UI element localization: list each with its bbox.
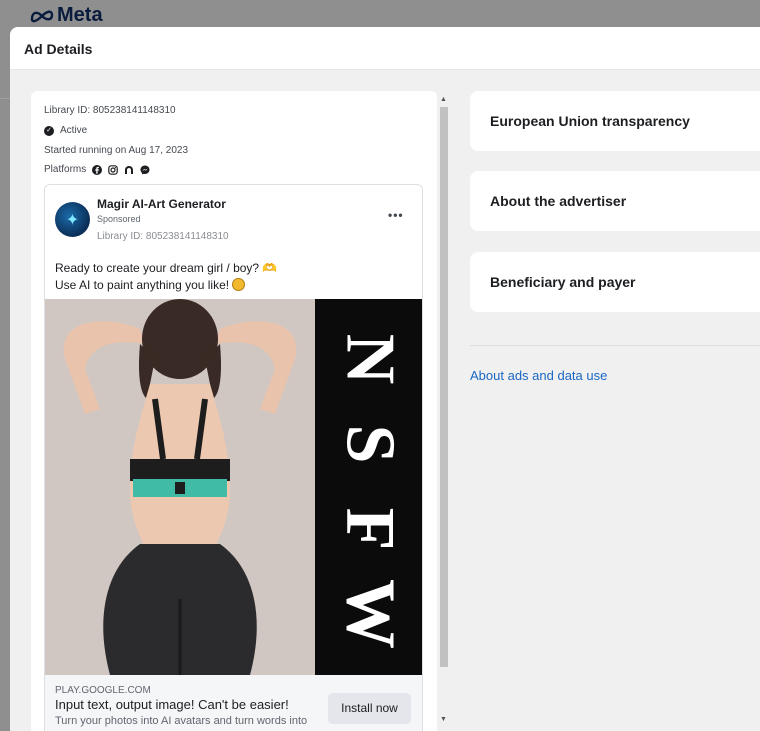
ad-library-id: Library ID: 805238141148310 [97, 231, 229, 242]
audience-network-icon [125, 165, 134, 174]
instagram-icon [108, 164, 119, 175]
facebook-icon [92, 164, 103, 175]
section-about-advertiser[interactable]: About the advertiser [470, 171, 760, 231]
scroll-thumb[interactable] [440, 107, 448, 667]
platforms-row: Platforms [44, 164, 150, 175]
ad-details-modal: Ad Details Library ID: 805238141148310 ✓… [10, 27, 760, 731]
section-divider [470, 345, 760, 346]
advertiser-avatar[interactable]: ✦ [55, 202, 90, 237]
started-running: Started running on Aug 17, 2023 [44, 145, 189, 156]
about-ads-link[interactable]: About ads and data use [470, 368, 607, 383]
meta-logo[interactable]: Meta [30, 4, 103, 27]
ad-description: Turn your photos into AI avatars and tur… [55, 715, 308, 727]
messenger-icon [140, 165, 150, 174]
ad-headline: Input text, output image! Can't be easie… [55, 697, 289, 712]
ad-body-line-2-text: Use AI to paint anything you like! [55, 278, 230, 292]
active-check-icon: ✓ [44, 125, 54, 136]
meta-infinity-icon [30, 10, 54, 22]
install-now-button[interactable]: Install now [328, 693, 411, 724]
sponsored-label: Sponsored [97, 214, 141, 224]
nsfw-text-panel: N S F W [315, 299, 422, 675]
advertiser-name[interactable]: Magir AI-Art Generator [97, 197, 226, 211]
modal-title: Ad Details [24, 41, 93, 57]
meta-logo-text: Meta [57, 4, 103, 26]
scroll-down-arrow-icon[interactable]: ▼ [438, 715, 449, 725]
section-beneficiary-payer[interactable]: Beneficiary and payer [470, 252, 760, 312]
left-card-scrollbar[interactable]: ▲ ▼ [438, 91, 449, 731]
library-id: Library ID: 805238141148310 [44, 105, 176, 116]
status-text: Active [60, 125, 88, 136]
platforms-label: Platforms [44, 164, 87, 175]
more-options-button[interactable]: ••• [388, 208, 404, 222]
ad-summary-card: Library ID: 805238141148310 ✓ Active Sta… [31, 91, 437, 731]
ad-creative-image[interactable]: N S F W [45, 299, 422, 675]
cta-area[interactable]: PLAY.GOOGLE.COM Input text, output image… [45, 675, 422, 731]
status-row: ✓ Active [44, 125, 87, 136]
sparkle-icon: ✦ [65, 211, 80, 229]
top-bar: Meta [0, 0, 760, 30]
background-divider [0, 98, 10, 99]
section-eu-transparency-label: European Union transparency [490, 113, 690, 129]
modal-header: Ad Details [10, 27, 760, 70]
section-beneficiary-payer-label: Beneficiary and payer [490, 274, 636, 290]
section-eu-transparency[interactable]: European Union transparency [470, 91, 760, 151]
nsfw-letter-w: W [331, 579, 409, 649]
ad-preview-card: ✦ Magir AI-Art Generator Sponsored Libra… [44, 184, 423, 731]
ad-body-line-2: Use AI to paint anything you like! [55, 278, 246, 292]
ad-body-line-1: Ready to create your dream girl / boy? 🫶 [55, 261, 278, 275]
link-domain: PLAY.GOOGLE.COM [55, 685, 151, 696]
emoji-face-icon [232, 278, 246, 291]
section-about-advertiser-label: About the advertiser [490, 193, 627, 209]
scroll-up-arrow-icon[interactable]: ▲ [438, 95, 449, 105]
